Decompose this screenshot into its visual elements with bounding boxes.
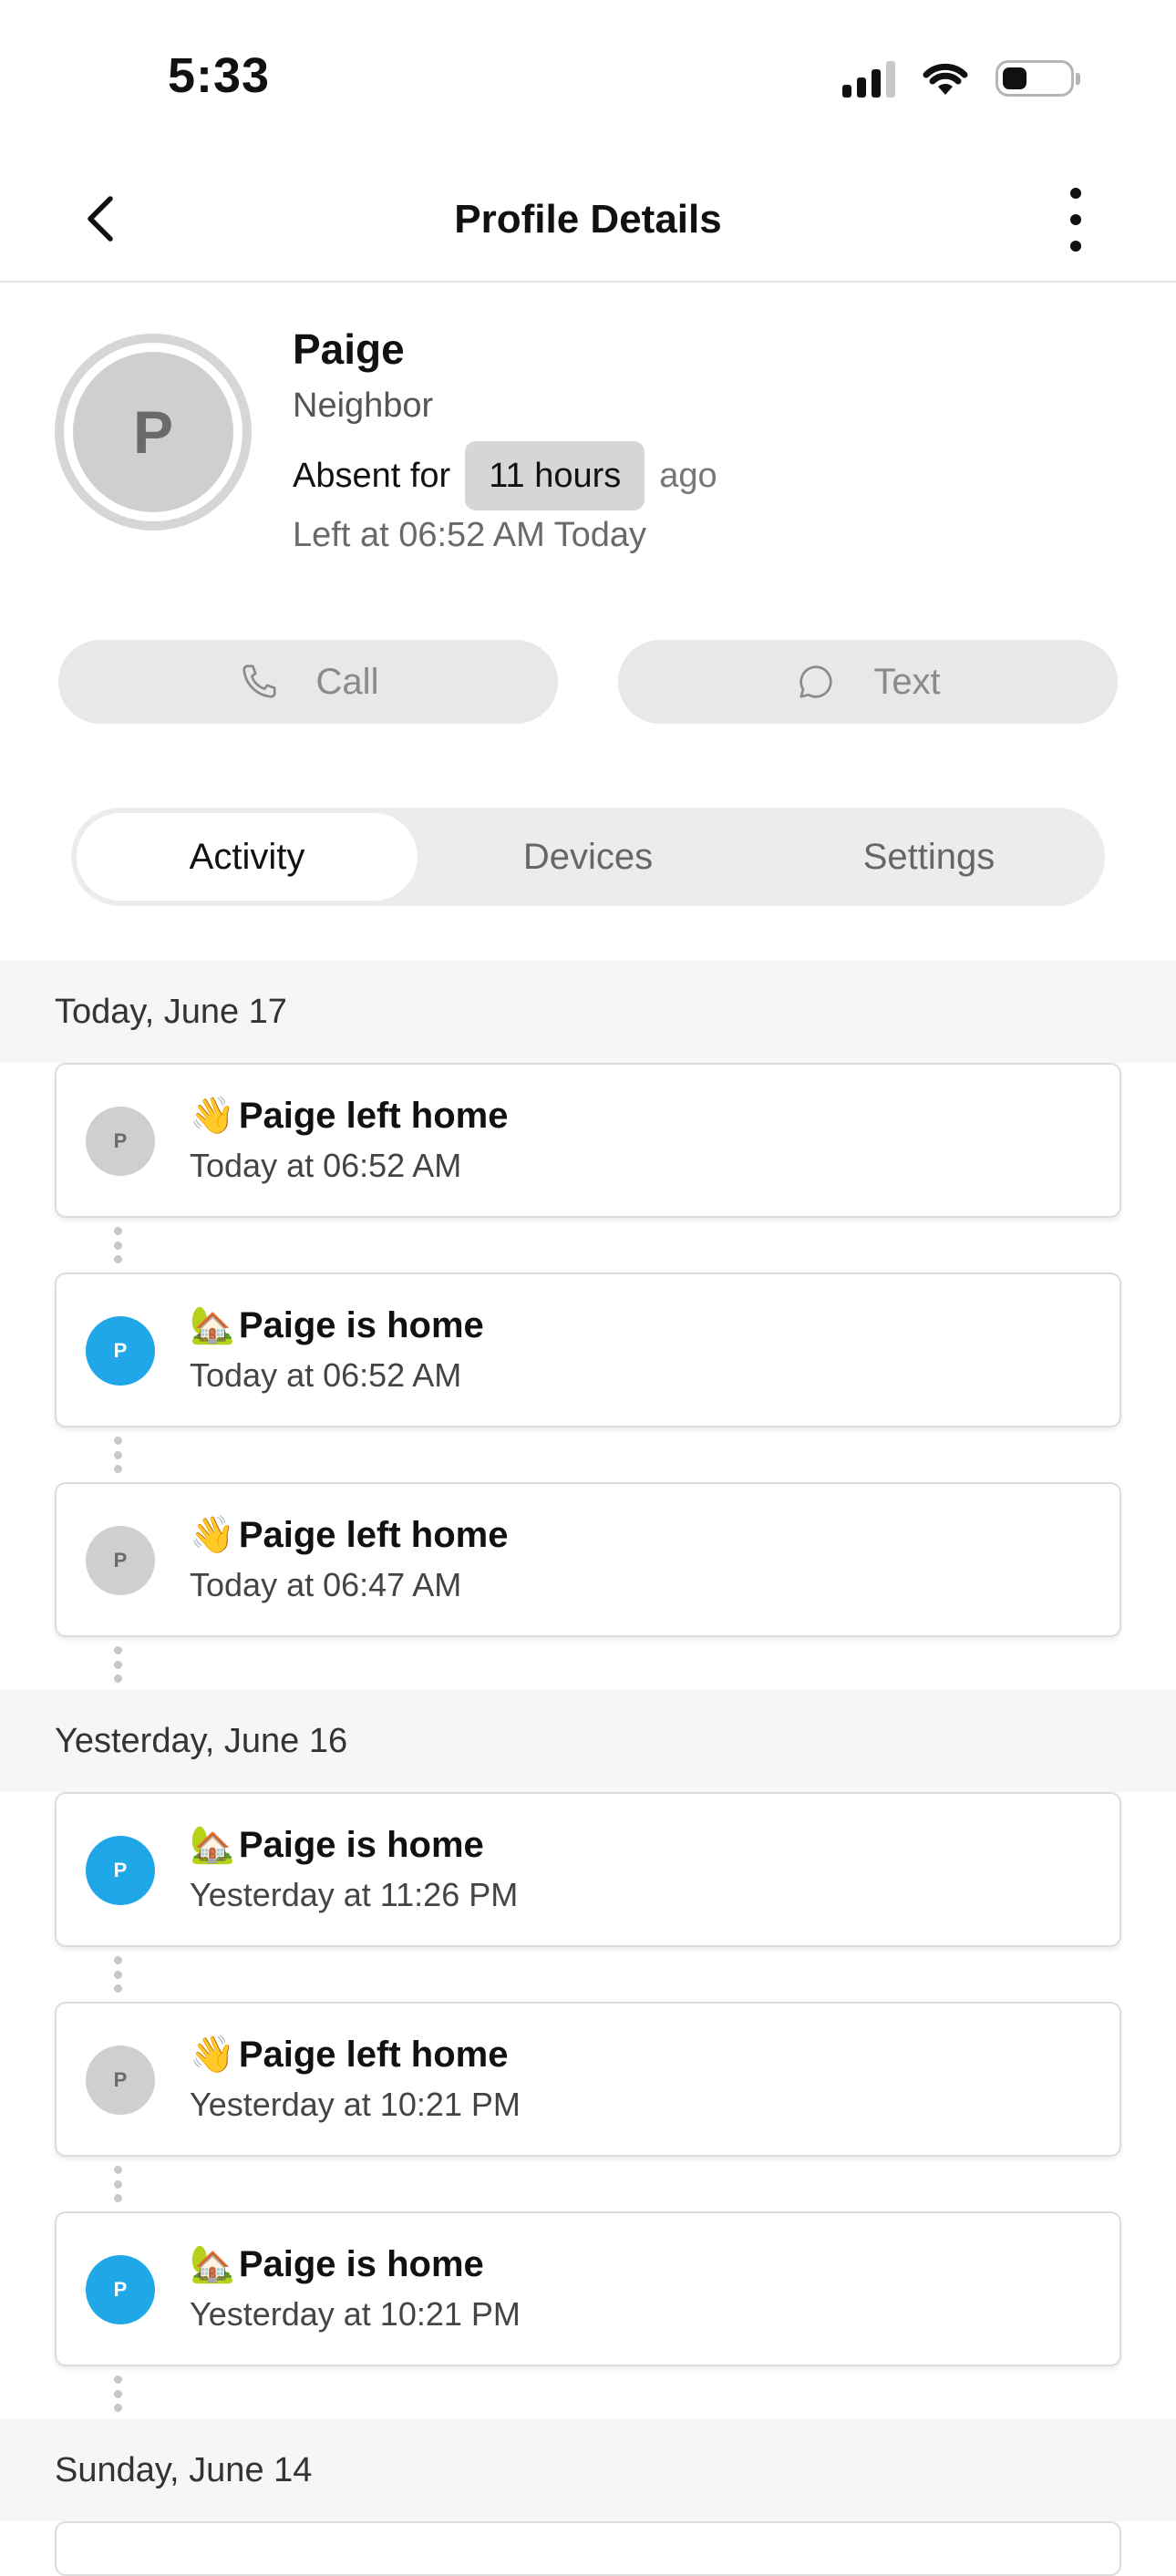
activity-time: Today at 06:52 AM: [190, 1356, 462, 1394]
wifi-icon: [923, 63, 968, 95]
tab-settings[interactable]: Settings: [758, 813, 1099, 901]
date-group-header: Yesterday, June 16: [0, 1690, 1176, 1792]
activity-title: 🏡 Paige is home: [190, 2242, 484, 2285]
activity-card[interactable]: P 🏡 Paige is home Yesterday at 11:26 PM: [55, 1792, 1121, 1947]
activity-title-text: Paige is home: [238, 1305, 484, 1345]
call-button-label: Call: [315, 661, 379, 702]
activity-time: Yesterday at 10:21 PM: [190, 2086, 521, 2123]
absent-status: Absent for 11 hours ago: [293, 441, 717, 510]
activity-card[interactable]: P 🏡 Paige is home Today at 06:52 AM: [55, 1273, 1121, 1427]
profile-role: Neighbor: [293, 386, 434, 425]
activity-card[interactable]: P 👋 Paige left home Today at 06:52 AM: [55, 1063, 1121, 1218]
date-group-header: Sunday, June 14: [0, 2419, 1176, 2521]
house-emoji-icon: 🏡: [190, 1305, 235, 1345]
absent-duration-badge: 11 hours: [465, 441, 645, 510]
date-group-header: Today, June 17: [0, 961, 1176, 1063]
nav-header: Profile Details: [0, 155, 1176, 283]
profile-name: Paige: [293, 325, 405, 373]
activity-time: Yesterday at 11:26 PM: [190, 1876, 519, 1913]
profile-tabs: Activity Devices Settings: [71, 808, 1105, 906]
text-button[interactable]: Text: [618, 640, 1118, 724]
timeline-connector: [113, 1227, 122, 1263]
call-button[interactable]: Call: [58, 640, 558, 724]
waving-hand-emoji-icon: 👋: [190, 1096, 235, 1136]
cellular-signal-icon: [842, 59, 895, 98]
activity-time: Yesterday at 10:21 PM: [190, 2295, 521, 2333]
home-status-avatar: P: [86, 2255, 155, 2324]
timeline-connector: [113, 1956, 122, 1993]
activity-title: 👋 Paige left home: [190, 2033, 508, 2076]
home-status-avatar: P: [86, 1316, 155, 1386]
status-bar: 5:33: [0, 0, 1176, 155]
activity-time: Today at 06:47 AM: [190, 1566, 462, 1603]
activity-card[interactable]: P 👋 Paige left home Yesterday at 10:21 PM: [55, 2002, 1121, 2157]
phone-icon: [242, 665, 276, 698]
status-icons: [842, 57, 1080, 100]
timeline-connector: [113, 1437, 122, 1473]
house-emoji-icon: 🏡: [190, 2244, 235, 2284]
activity-title: 🏡 Paige is home: [190, 1823, 484, 1866]
page-title: Profile Details: [454, 197, 722, 242]
battery-icon: [995, 60, 1080, 97]
activity-title-text: Paige is home: [238, 1825, 484, 1865]
activity-title-text: Paige left home: [238, 1515, 509, 1555]
activity-title: 👋 Paige left home: [190, 1094, 508, 1137]
tab-activity[interactable]: Activity: [77, 813, 418, 901]
tab-devices[interactable]: Devices: [418, 813, 758, 901]
timeline-connector: [113, 2375, 122, 2412]
waving-hand-emoji-icon: 👋: [190, 2035, 235, 2075]
home-status-avatar: P: [86, 1836, 155, 1905]
left-at-text: Left at 06:52 AM Today: [293, 516, 647, 554]
activity-title-text: Paige left home: [238, 1096, 509, 1136]
more-options-button[interactable]: [1057, 188, 1094, 252]
activity-time: Today at 06:52 AM: [190, 1147, 462, 1184]
activity-title-text: Paige left home: [238, 2035, 509, 2075]
timeline-connector: [113, 1646, 122, 1683]
status-time: 5:33: [168, 48, 271, 103]
chat-bubble-icon: [799, 665, 832, 698]
activity-title: 👋 Paige left home: [190, 1513, 508, 1556]
away-status-avatar: P: [86, 1107, 155, 1176]
activity-card[interactable]: P 🏡 Paige is home Yesterday at 10:21 PM: [55, 2211, 1121, 2366]
activity-title-text: Paige is home: [238, 2244, 484, 2284]
activity-card[interactable]: [55, 2521, 1121, 2576]
text-button-label: Text: [873, 661, 941, 702]
away-status-avatar: P: [86, 2045, 155, 2115]
away-status-avatar: P: [86, 1526, 155, 1595]
activity-title: 🏡 Paige is home: [190, 1303, 484, 1346]
activity-card[interactable]: P 👋 Paige left home Today at 06:47 AM: [55, 1482, 1121, 1637]
house-emoji-icon: 🏡: [190, 1825, 235, 1865]
waving-hand-emoji-icon: 👋: [190, 1515, 235, 1555]
absent-suffix: ago: [659, 456, 717, 495]
profile-avatar: P: [55, 334, 252, 531]
profile-avatar-initial: P: [73, 352, 233, 512]
absent-label: Absent for: [293, 456, 451, 495]
more-dots-icon: [1070, 188, 1081, 199]
timeline-connector: [113, 2166, 122, 2202]
